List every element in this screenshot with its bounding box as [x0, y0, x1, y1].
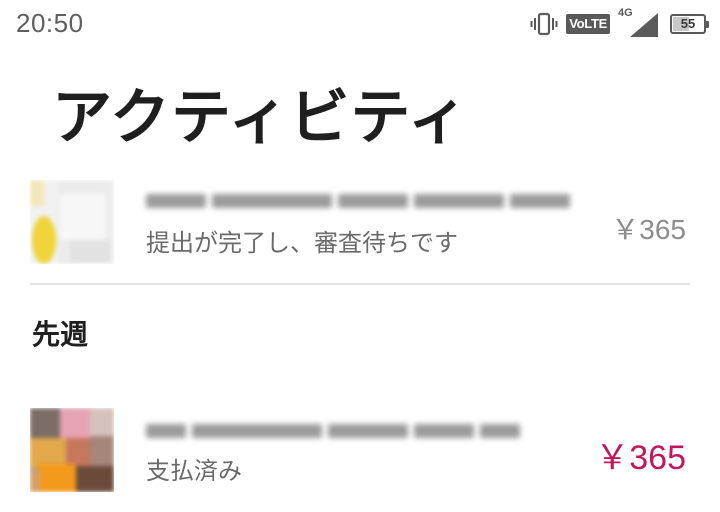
item-status: 提出が完了し、審査待ちです: [146, 229, 458, 257]
page-title: アクティビティ: [52, 83, 469, 153]
battery-percent: 55: [680, 16, 696, 31]
activity-item[interactable]: 提出が完了し、審査待ちです ￥365: [0, 176, 720, 276]
item-title-redacted: [146, 188, 570, 214]
item-price: ￥365: [611, 214, 686, 245]
section-header-last-week: 先週: [32, 318, 89, 351]
battery-icon: 55: [670, 14, 709, 34]
divider: [30, 283, 690, 285]
item-thumbnail: [30, 408, 114, 492]
signal-strength-icon: [630, 13, 658, 37]
item-price: ￥365: [595, 439, 686, 477]
volte-badge: VoLTE: [566, 14, 610, 34]
item-thumbnail: [30, 180, 114, 264]
activity-item[interactable]: 支払済み ￥365: [0, 404, 720, 504]
item-title-redacted: [146, 418, 520, 444]
vibrate-icon: [530, 12, 558, 36]
status-bar: 20:50 VoLTE 4G 55: [0, 0, 720, 52]
item-status: 支払済み: [146, 457, 242, 485]
status-icons: VoLTE 4G 55: [530, 7, 709, 38]
activity-screen: 20:50 VoLTE 4G 55 アクティビティ 提出が完了し、審査待ちです …: [0, 0, 720, 512]
cell-signal: 4G: [618, 7, 658, 37]
status-time: 20:50: [16, 8, 84, 38]
